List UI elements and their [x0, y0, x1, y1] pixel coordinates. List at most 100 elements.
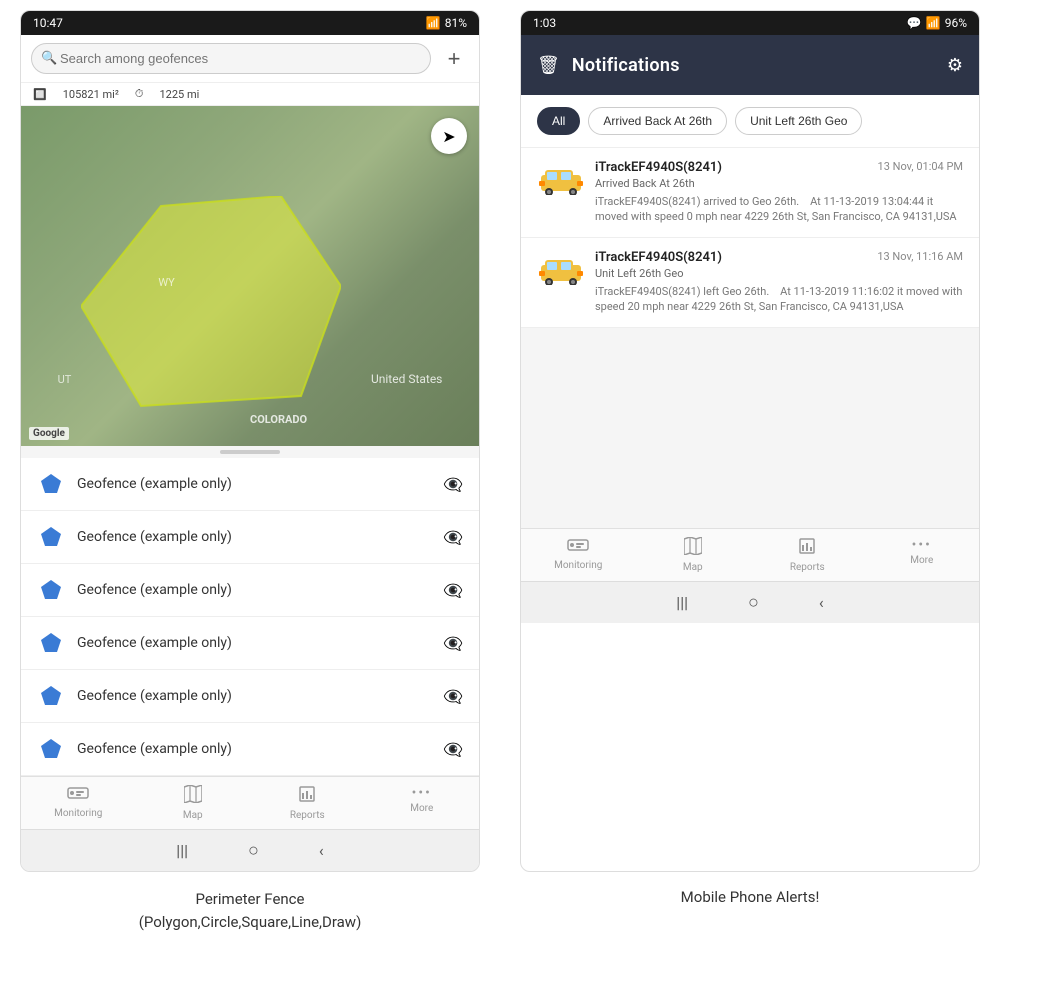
nav-monitoring-right[interactable]: Monitoring	[521, 529, 636, 581]
distance-value: 1225 mi	[159, 88, 199, 101]
geofence-list: Geofence (example only) 👁‍🗨 Geofence (ex…	[21, 458, 479, 776]
eye-slash-icon-2: 👁‍🗨	[443, 528, 463, 547]
monitoring-icon-right	[567, 537, 589, 558]
compass-button[interactable]: ➤	[431, 118, 467, 154]
caption-left-text: Perimeter Fence(Polygon,Circle,Square,Li…	[139, 890, 362, 931]
eye-slash-icon-4: 👁‍🗨	[443, 634, 463, 653]
nav-map-label-right: Map	[683, 562, 703, 573]
area-value: 105821 mi²	[63, 88, 119, 101]
nav-more-label-left: More	[410, 803, 433, 814]
notif-time-2: 13 Nov, 11:16 AM	[877, 250, 963, 263]
nav-reports-left[interactable]: Reports	[250, 777, 365, 829]
geofence-polygon	[81, 196, 341, 416]
search-input[interactable]	[31, 43, 431, 74]
map-icon-left	[184, 785, 202, 808]
android-recent-right[interactable]: |||	[676, 593, 688, 612]
android-nav-left: ||| ○ ‹	[21, 829, 479, 871]
nav-monitoring-label-right: Monitoring	[554, 560, 602, 571]
geofence-icon-2	[37, 523, 65, 551]
more-icon-right: •••	[912, 537, 932, 553]
list-item[interactable]: Geofence (example only) 👁‍🗨	[21, 511, 479, 564]
eye-slash-icon-5: 👁‍🗨	[443, 687, 463, 706]
list-item[interactable]: Geofence (example only) 👁‍🗨	[21, 564, 479, 617]
car-avatar-1	[537, 162, 585, 198]
caption-left: Perimeter Fence(Polygon,Circle,Square,Li…	[20, 888, 480, 933]
android-home-left[interactable]: ○	[248, 840, 259, 861]
wifi-icon-right: 📶	[926, 16, 941, 30]
device-name-2: iTrackEF4940S(8241)	[595, 250, 722, 265]
list-item[interactable]: Geofence (example only) 👁‍🗨	[21, 670, 479, 723]
filter-tab-arrived[interactable]: Arrived Back At 26th	[588, 107, 727, 135]
left-phone: 10:47 📶 81% 🔍 + 🔲 105821 mi² ⏱ 1225 mi	[20, 10, 480, 872]
geofence-name-5: Geofence (example only)	[77, 688, 431, 704]
list-item[interactable]: Geofence (example only) 👁‍🗨	[21, 723, 479, 776]
android-back-left[interactable]: ‹	[319, 841, 324, 860]
distance-icon: ⏱	[135, 87, 144, 101]
notif-content-1: iTrackEF4940S(8241) 13 Nov, 01:04 PM Arr…	[595, 160, 963, 225]
car-icon-1	[539, 165, 583, 195]
right-phone: 1:03 💬 📶 96% 🗑 Notifications ⚙ All Arriv…	[520, 10, 980, 872]
nav-more-label-right: More	[910, 555, 933, 566]
status-bar-right: 1:03 💬 📶 96%	[521, 11, 979, 35]
geofence-name-4: Geofence (example only)	[77, 635, 431, 651]
android-recent-left[interactable]: |||	[176, 841, 188, 860]
geofence-name-1: Geofence (example only)	[77, 476, 431, 492]
event-type-1: Arrived Back At 26th	[595, 177, 963, 190]
map-label-us: United States	[371, 372, 442, 386]
caption-right: Mobile Phone Alerts!	[520, 888, 980, 933]
nav-map-right[interactable]: Map	[636, 529, 751, 581]
filter-tab-all[interactable]: All	[537, 107, 580, 135]
search-icon: 🔍	[41, 51, 57, 66]
filter-tabs: All Arrived Back At 26th Unit Left 26th …	[521, 95, 979, 148]
captions-row: Perimeter Fence(Polygon,Circle,Square,Li…	[0, 888, 1054, 933]
chat-icon: 💬	[907, 16, 922, 30]
map-label-wy: WY	[158, 276, 174, 289]
status-bar-left: 10:47 📶 81%	[21, 11, 479, 35]
battery-left: 81%	[445, 16, 467, 30]
nav-map-left[interactable]: Map	[136, 777, 251, 829]
delete-icon[interactable]: 🗑	[537, 55, 560, 76]
eye-slash-icon-3: 👁‍🗨	[443, 581, 463, 600]
notifications-title: Notifications	[572, 55, 935, 76]
map-label-ut: UT	[58, 373, 72, 386]
wifi-icon: 📶	[426, 16, 441, 30]
car-avatar-2	[537, 252, 585, 288]
map-label-colorado: COLORADO	[250, 413, 307, 426]
notification-item-2[interactable]: iTrackEF4940S(8241) 13 Nov, 11:16 AM Uni…	[521, 238, 979, 328]
nav-monitoring-left[interactable]: Monitoring	[21, 777, 136, 829]
map-stats-bar: 🔲 105821 mi² ⏱ 1225 mi	[21, 83, 479, 106]
list-item[interactable]: Geofence (example only) 👁‍🗨	[21, 458, 479, 511]
nav-more-right[interactable]: ••• More	[865, 529, 980, 581]
android-nav-right: ||| ○ ‹	[521, 581, 979, 623]
notification-list: iTrackEF4940S(8241) 13 Nov, 01:04 PM Arr…	[521, 148, 979, 328]
empty-content-area	[521, 328, 979, 528]
android-home-right[interactable]: ○	[748, 592, 759, 613]
nav-reports-right[interactable]: Reports	[750, 529, 865, 581]
nav-reports-label-left: Reports	[290, 810, 325, 821]
event-type-2: Unit Left 26th Geo	[595, 267, 963, 280]
settings-icon[interactable]: ⚙	[947, 55, 963, 76]
list-item[interactable]: Geofence (example only) 👁‍🗨	[21, 617, 479, 670]
notif-description-2: iTrackEF4940S(8241) left Geo 26th. At 11…	[595, 284, 963, 315]
geofence-icon-5	[37, 682, 65, 710]
nav-reports-label-right: Reports	[790, 562, 825, 573]
notif-time-1: 13 Nov, 01:04 PM	[878, 160, 963, 173]
notification-item-1[interactable]: iTrackEF4940S(8241) 13 Nov, 01:04 PM Arr…	[521, 148, 979, 238]
geofence-name-2: Geofence (example only)	[77, 529, 431, 545]
google-logo: Google	[29, 427, 69, 440]
nav-more-left[interactable]: ••• More	[365, 777, 480, 829]
battery-right: 96%	[945, 16, 967, 30]
geofence-icon-4	[37, 629, 65, 657]
bottom-nav-left: Monitoring Map Reports ••• More	[21, 776, 479, 829]
car-icon-2	[539, 255, 583, 285]
monitoring-icon	[67, 785, 89, 806]
geofence-name-6: Geofence (example only)	[77, 741, 431, 757]
add-geofence-button[interactable]: +	[439, 44, 469, 74]
notif-top-row-1: iTrackEF4940S(8241) 13 Nov, 01:04 PM	[595, 160, 963, 175]
notif-description-1: iTrackEF4940S(8241) arrived to Geo 26th.…	[595, 194, 963, 225]
filter-tab-unit-left[interactable]: Unit Left 26th Geo	[735, 107, 862, 135]
map-icon-right	[684, 537, 702, 560]
android-back-right[interactable]: ‹	[819, 593, 824, 612]
search-bar-row: 🔍 +	[21, 35, 479, 83]
eye-slash-icon-1: 👁‍🗨	[443, 475, 463, 494]
